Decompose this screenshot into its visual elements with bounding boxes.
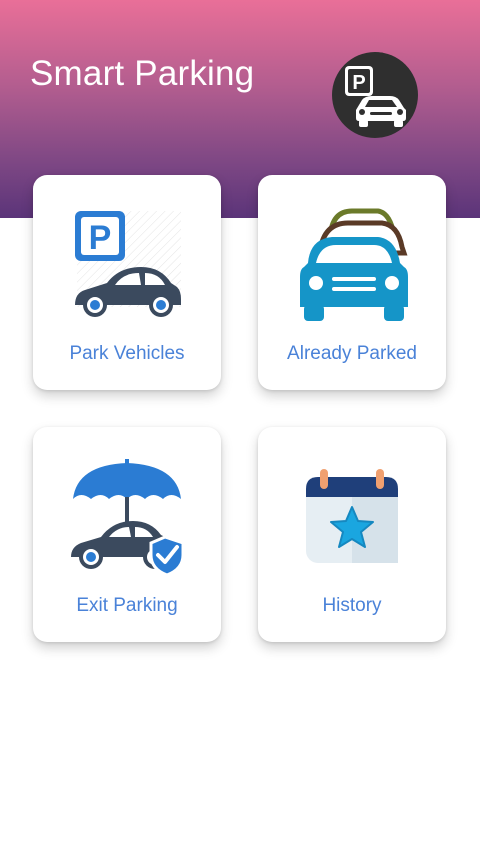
svg-text:P: P: [352, 72, 365, 94]
calendar-star-icon: [292, 459, 412, 579]
history-label: History: [322, 595, 382, 616]
park-vehicle-icon: P: [67, 207, 187, 327]
app-title: Smart Parking: [30, 54, 255, 93]
park-vehicles-label: Park Vehicles: [69, 343, 185, 364]
history-card[interactable]: History: [258, 427, 446, 642]
parking-car-logo-icon: P: [332, 52, 418, 138]
svg-text:P: P: [89, 219, 112, 257]
exit-parking-label: Exit Parking: [76, 595, 178, 616]
exit-parking-card[interactable]: Exit Parking: [33, 427, 221, 642]
already-parked-label: Already Parked: [287, 343, 417, 364]
parked-cars-icon: [292, 207, 412, 327]
park-vehicles-card[interactable]: P Park Vehicles: [33, 175, 221, 390]
insured-car-exit-icon: [67, 457, 187, 579]
already-parked-card[interactable]: Already Parked: [258, 175, 446, 390]
